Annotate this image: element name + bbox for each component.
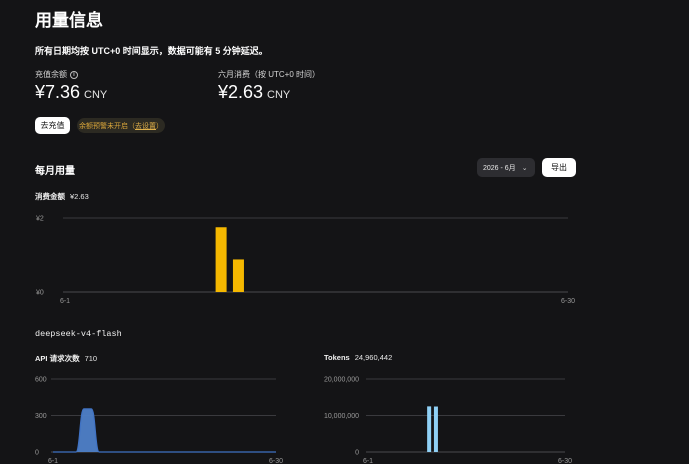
x-tick-label: 6-1 bbox=[48, 458, 58, 464]
api-chart-total: 710 bbox=[84, 354, 98, 363]
month-select-value: 2026 - 6月 bbox=[483, 164, 516, 172]
balance-amount-row: ¥7.36 CNY bbox=[35, 83, 107, 104]
y-tick-label: ¥2 bbox=[36, 216, 44, 223]
alert-text: 余额预警未开启（ bbox=[79, 122, 135, 130]
y-tick-label: 20,000,000 bbox=[324, 377, 359, 384]
chevron-down-icon: ⌄ bbox=[521, 164, 528, 172]
bar bbox=[433, 406, 438, 452]
y-tick-label: ¥0 bbox=[36, 290, 44, 297]
timezone-notice: 所有日期均按 UTC+0 时间显示，数据可能有 5 分钟延迟。 bbox=[35, 46, 268, 56]
balance-unit: CNY bbox=[84, 89, 108, 101]
balance-label-row: 充值余额 i bbox=[35, 69, 78, 80]
tokens-chart-label: Tokens bbox=[324, 353, 350, 362]
monthly-usage-title: 每月用量 bbox=[35, 166, 75, 177]
x-tick-label: 6-1 bbox=[363, 458, 373, 464]
x-tick-label: 6-30 bbox=[561, 298, 575, 305]
tokens-chart-total: 24,960,442 bbox=[354, 353, 393, 362]
tokens-chart: 0 10,000,000 20,000,000 6-1 6-30 bbox=[324, 377, 572, 464]
bar bbox=[215, 227, 227, 292]
export-button[interactable]: 导出 bbox=[542, 158, 576, 177]
spend-chart-label: 消费金额 bbox=[35, 192, 65, 201]
y-tick-label: 600 bbox=[35, 377, 47, 384]
tokens-chart-label-row: Tokens 24,960,442 bbox=[324, 353, 392, 362]
y-tick-label: 300 bbox=[35, 413, 47, 420]
y-tick-label: 0 bbox=[355, 450, 359, 457]
balance-label: 充值余额 bbox=[35, 70, 67, 79]
month-select[interactable]: 2026 - 6月 ⌄ bbox=[477, 158, 535, 177]
recharge-button[interactable]: 去充值 bbox=[35, 117, 70, 134]
x-tick-label: 6-30 bbox=[558, 458, 572, 464]
y-tick-label: 10,000,000 bbox=[324, 413, 359, 420]
y-tick-label: 0 bbox=[35, 450, 39, 457]
api-chart-label-row: API 请求次数 710 bbox=[35, 353, 97, 364]
api-requests-chart: 0 300 600 6-1 6-30 bbox=[35, 377, 283, 464]
bar bbox=[427, 406, 432, 452]
x-tick-label: 6-1 bbox=[60, 298, 70, 305]
spend-chart: ¥0 ¥2 6-1 6-30 bbox=[36, 216, 575, 306]
x-tick-label: 6-30 bbox=[269, 458, 283, 464]
balance-alert-badge: 余额预警未开启（ 去设置） bbox=[77, 118, 165, 133]
balance-amount: ¥7.36 bbox=[35, 82, 81, 102]
spend-chart-total: ¥2.63 bbox=[70, 192, 89, 201]
alert-settings-link[interactable]: 去设置 bbox=[135, 121, 156, 131]
bar bbox=[232, 259, 244, 292]
monthly-spend-unit: CNY bbox=[267, 89, 291, 101]
monthly-spend-amount-row: ¥2.63 CNY bbox=[218, 83, 290, 104]
model-name: deepseek-v4-flash bbox=[35, 329, 122, 339]
monthly-spend-amount: ¥2.63 bbox=[218, 82, 264, 102]
info-icon[interactable]: i bbox=[70, 70, 78, 79]
alert-text-end: ） bbox=[156, 122, 163, 130]
api-chart-label: API 请求次数 bbox=[35, 354, 80, 363]
page-title: 用量信息 bbox=[35, 11, 103, 30]
monthly-spend-label: 六月消费（按 UTC+0 时间） bbox=[218, 70, 321, 79]
spend-chart-label-row: 消费金额 ¥2.63 bbox=[35, 191, 89, 202]
